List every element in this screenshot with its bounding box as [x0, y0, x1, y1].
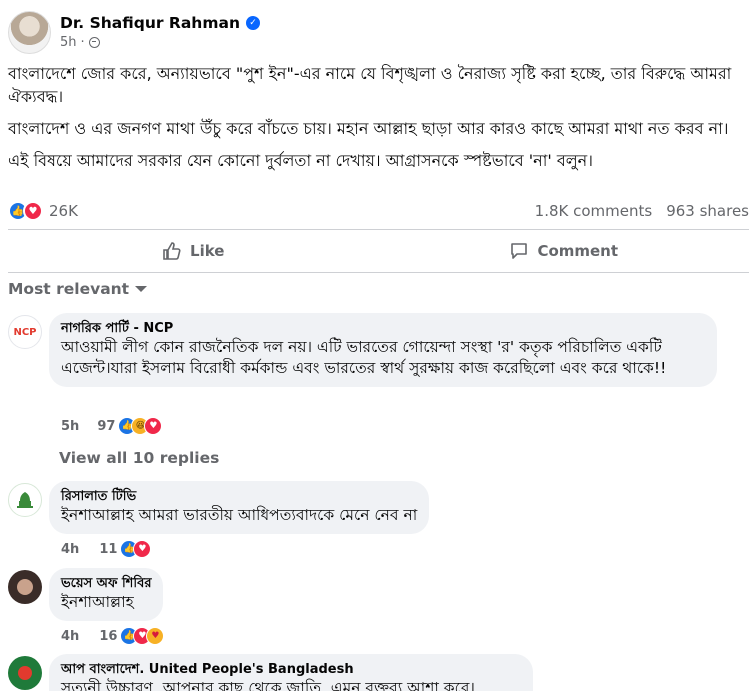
like-label: Like: [190, 242, 225, 260]
comment-bubble: আপ বাংলাদেশ. United People's Bangladesh …: [49, 654, 533, 691]
love-icon: ♥: [23, 201, 43, 221]
reaction-count: 97: [97, 418, 116, 434]
care-icon: ♥: [146, 627, 165, 645]
meta-separator: ·: [80, 35, 85, 50]
mosque-logo-icon: [17, 492, 33, 508]
globe-icon: [88, 37, 100, 48]
author-name[interactable]: Dr. Shafiqur Rahman: [60, 14, 240, 32]
shares-count[interactable]: 963 shares: [666, 202, 749, 220]
post-actions: Like Comment: [8, 236, 749, 266]
author-line: Dr. Shafiqur Rahman ✓: [60, 14, 260, 32]
author-avatar[interactable]: [8, 10, 51, 54]
thumbs-up-icon: [163, 242, 181, 260]
commenter-name[interactable]: রিসালাত টিভি: [61, 488, 417, 505]
post-time[interactable]: 5h: [60, 35, 77, 50]
reaction-summary[interactable]: 👍 ♥ 26K: [8, 201, 78, 221]
comment-meta: 4h 16 👍 ♥ ♥: [61, 627, 165, 645]
post-header: Dr. Shafiqur Rahman ✓ 5h ·: [8, 9, 260, 55]
reaction-count[interactable]: 26K: [49, 202, 78, 220]
comment-text: আওয়ামী লীগ কোন রাজনৈতিক দল নয়। এটি ভার…: [61, 338, 667, 377]
divider-top: [8, 229, 749, 230]
commenter-avatar[interactable]: NCP: [8, 315, 42, 349]
comment-time[interactable]: 4h: [61, 629, 79, 644]
post-paragraph-1: বাংলাদেশে জোর করে, অন্যায়ভাবে "পুশ ইন"-…: [8, 64, 732, 106]
view-replies-link[interactable]: View all 10 replies: [59, 449, 219, 467]
post-meta: 5h ·: [60, 35, 260, 50]
commenter-avatar[interactable]: [8, 570, 42, 604]
author-block: Dr. Shafiqur Rahman ✓ 5h ·: [60, 14, 260, 50]
avatar-face: [17, 579, 33, 595]
divider-bottom: [8, 272, 749, 273]
commenter-avatar[interactable]: [8, 656, 42, 690]
comment-item: NCP নাগরিক পার্টি - NCP আওয়ামী লীগ কোন …: [8, 313, 717, 387]
love-icon: ♥: [133, 540, 152, 558]
comment-item: ভয়েস অফ শিবির ইনশাআল্লাহ: [8, 568, 164, 621]
comment-bubble: ভয়েস অফ শিবির ইনশাআল্লাহ: [49, 568, 164, 621]
post-paragraph-3: এই বিষয়ে আমাদের সরকার যেন কোনো দুর্বলতা…: [8, 151, 593, 170]
comment-bubble: নাগরিক পার্টি - NCP আওয়ামী লীগ কোন রাজন…: [49, 313, 717, 387]
commenter-avatar[interactable]: [8, 483, 42, 517]
comment-time[interactable]: 4h: [61, 542, 79, 557]
comment-sort-dropdown[interactable]: Most relevant: [8, 280, 148, 298]
comments-count[interactable]: 1.8K comments: [535, 202, 653, 220]
commenter-name[interactable]: ভয়েস অফ শিবির: [61, 575, 151, 592]
comment-item: রিসালাত টিভি ইনশাআল্লাহ আমরা ভারতীয় আধি…: [8, 481, 430, 534]
reaction-count: 16: [99, 628, 118, 644]
comment-bubble: রিসালাত টিভি ইনশাআল্লাহ আমরা ভারতীয় আধি…: [49, 481, 430, 534]
comment-time[interactable]: 5h: [61, 419, 79, 434]
verified-badge-icon: ✓: [245, 16, 260, 30]
comment-icon: [511, 243, 528, 259]
love-icon: ♥: [144, 417, 163, 435]
avatar-logo-text: NCP: [13, 326, 37, 338]
sort-label: Most relevant: [8, 280, 130, 298]
comment-text: ইনশাআল্লাহ: [61, 593, 134, 611]
comment-label: Comment: [537, 242, 619, 260]
post-body: বাংলাদেশে জোর করে, অন্যায়ভাবে "পুশ ইন"-…: [8, 62, 744, 181]
comment-text: সত্যনী উচ্চারণ, আপনার কাছ থেকে জাতি, এমন…: [61, 679, 475, 691]
post-paragraph-2: বাংলাদেশ ও এর জনগণ মাথা উঁচু করে বাঁচতে …: [8, 119, 729, 138]
comment-text: ইনশাআল্লাহ আমরা ভারতীয় আধিপত্যবাদকে মেন…: [61, 506, 418, 524]
stats-right: 1.8K comments 963 shares: [535, 202, 749, 220]
like-button[interactable]: Like: [8, 236, 379, 266]
chevron-down-icon: [135, 286, 148, 292]
comment-meta: 4h 11 👍 ♥: [61, 540, 152, 558]
avatar-logo: [18, 666, 32, 680]
post-stats: 👍 ♥ 26K 1.8K comments 963 shares: [8, 198, 749, 224]
commenter-name[interactable]: নাগরিক পার্টি - NCP: [61, 320, 705, 337]
comment-meta: 5h 97 👍 😆 ♥: [61, 417, 163, 435]
reaction-count: 11: [99, 541, 118, 557]
comment-button[interactable]: Comment: [379, 236, 749, 266]
commenter-name[interactable]: আপ বাংলাদেশ. United People's Bangladesh: [61, 661, 521, 678]
comment-item: আপ বাংলাদেশ. United People's Bangladesh …: [8, 654, 533, 691]
